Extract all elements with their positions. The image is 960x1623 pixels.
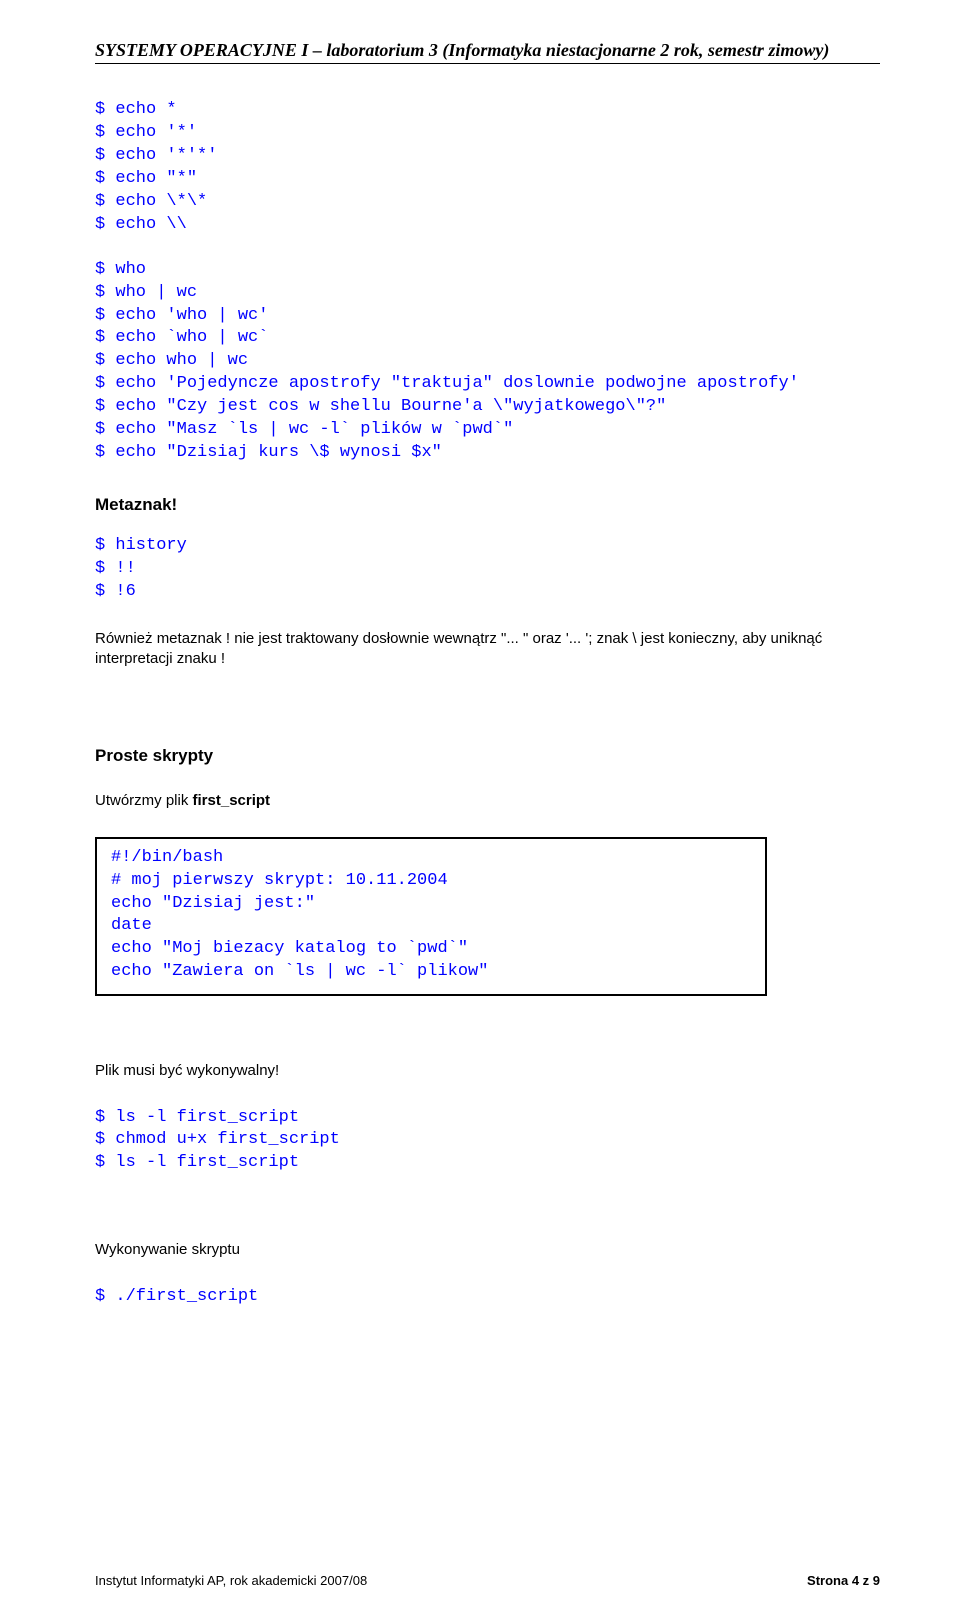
footer-institute: Instytut Informatyki AP, rok akademicki … (95, 1573, 367, 1588)
code-box-content: #!/bin/bash # moj pierwszy skrypt: 10.11… (111, 847, 751, 985)
page-header: SYSTEMY OPERACYJNE I – laboratorium 3 (I… (95, 40, 880, 64)
page: SYSTEMY OPERACYJNE I – laboratorium 3 (I… (0, 0, 960, 1623)
section-metaznak: Metaznak! (95, 495, 880, 515)
section-wykonywanie-skryptu: Wykonywanie skryptu (95, 1240, 880, 1260)
code-block-chmod: $ ls -l first_script $ chmod u+x first_s… (95, 1107, 880, 1176)
paragraph-metaznak-note: Również metaznak ! nie jest traktowany d… (95, 629, 880, 670)
code-block-run-script: $ ./first_script (95, 1286, 880, 1309)
code-block-history: $ history $ !! $ !6 (95, 535, 880, 604)
code-box-first-script: #!/bin/bash # moj pierwszy skrypt: 10.11… (95, 837, 767, 997)
paragraph-must-be-executable: Plik musi być wykonywalny! (95, 1061, 880, 1081)
section-proste-skrypty: Proste skrypty (95, 746, 880, 766)
footer-page-number: Strona 4 z 9 (807, 1573, 880, 1588)
first-script-name: first_script (193, 792, 271, 809)
page-footer: Instytut Informatyki AP, rok akademicki … (95, 1573, 880, 1588)
code-block-who-echo: $ who $ who | wc $ echo 'who | wc' $ ech… (95, 259, 880, 465)
paragraph-create-file: Utwórzmy plik first_script (95, 791, 880, 811)
code-block-echo-stars: $ echo * $ echo '*' $ echo '*'*' $ echo … (95, 99, 880, 237)
create-text: Utwórzmy plik (95, 792, 193, 809)
